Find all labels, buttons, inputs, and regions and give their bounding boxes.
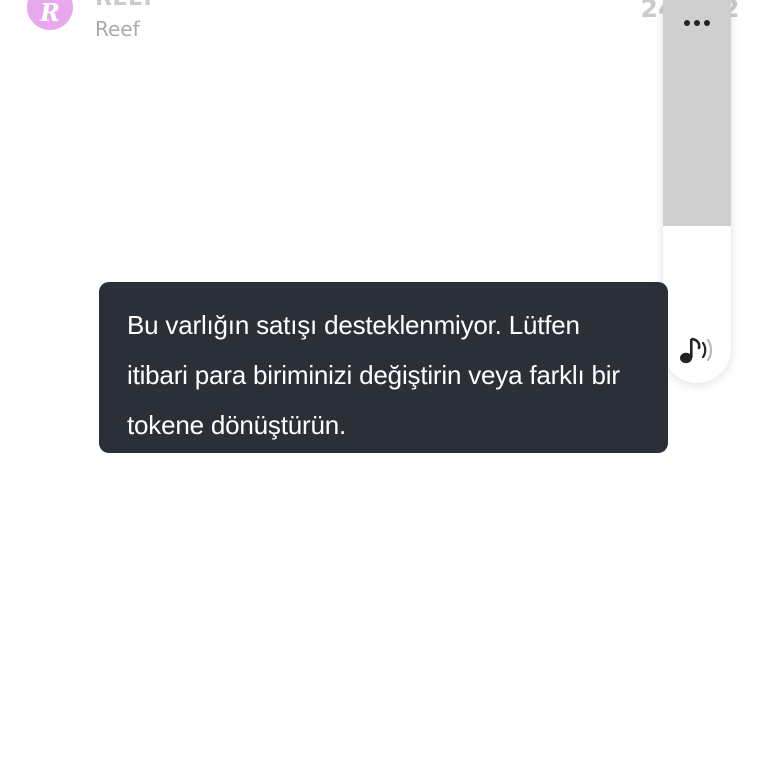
reef-logo-icon: R xyxy=(27,0,73,30)
asset-name: Reef xyxy=(95,17,140,41)
more-horizontal-icon-dot xyxy=(694,20,700,26)
floating-side-panel xyxy=(663,0,731,383)
unsupported-asset-toast: Bu varlığın satışı desteklenmiyor. Lütfe… xyxy=(99,282,668,453)
audio-button[interactable] xyxy=(673,326,721,374)
asset-row[interactable]: R REEF Reef 24.022 xyxy=(0,0,768,60)
asset-symbol: REEF xyxy=(95,0,159,11)
more-options-button[interactable] xyxy=(663,6,731,40)
asset-logo-letter: R xyxy=(40,0,60,27)
screen: R REEF Reef 24.022 Bu varlığın satışı de… xyxy=(0,0,768,768)
more-horizontal-icon-dot xyxy=(704,20,710,26)
music-note-sound-icon xyxy=(680,337,713,364)
more-horizontal-icon-dot xyxy=(684,20,690,26)
toast-message: Bu varlığın satışı desteklenmiyor. Lütfe… xyxy=(127,310,620,440)
